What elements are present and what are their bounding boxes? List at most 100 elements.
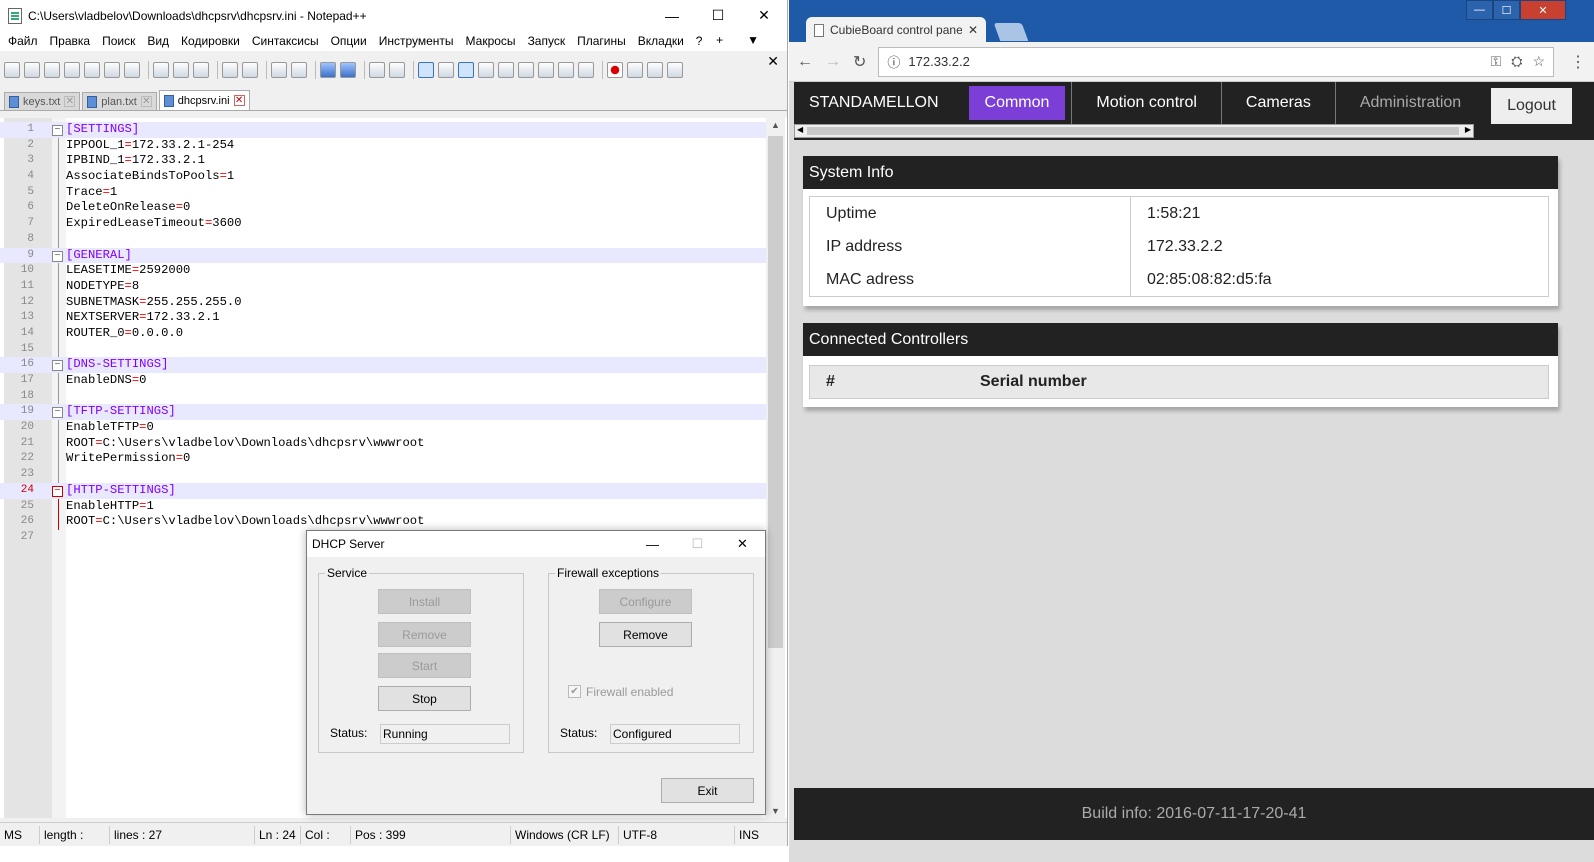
status-eol[interactable]: Windows (CR LF) [511,825,619,844]
menu-language[interactable]: Синтаксисы [248,34,323,48]
code-line[interactable]: 18 [0,388,766,405]
fold-toggle-icon[interactable]: − [52,407,63,419]
word-wrap-icon[interactable] [418,62,434,78]
menu-run[interactable]: Запуск [524,34,570,48]
save-icon[interactable] [44,62,60,78]
tab-list-dropdown-icon[interactable]: ▼ [743,33,763,47]
code-line[interactable]: 25 EnableHTTP=1 [0,498,766,515]
remove-firewall-button[interactable]: Remove [599,622,692,647]
code-line[interactable]: 8 [0,231,766,248]
maximize-button[interactable]: ☐ [695,0,741,31]
code-line[interactable]: 17 EnableDNS=0 [0,373,766,389]
code-line[interactable]: 9 − [GENERAL] [0,247,766,264]
save-all-icon[interactable] [64,62,80,78]
menu-view[interactable]: Вид [143,34,173,48]
folder-workspace-icon[interactable] [538,62,554,78]
code-line[interactable]: 12 SUBNETMASK=255.255.255.0 [0,294,766,311]
open-file-icon[interactable] [24,62,40,78]
scroll-right-icon[interactable]: ▶ [1465,125,1471,134]
scroll-down-icon[interactable]: ▼ [766,806,785,816]
code-line[interactable]: 24 − [HTTP-SETTINGS] [0,482,766,499]
info-icon[interactable]: ⓘ [887,52,900,71]
cut-icon[interactable] [153,62,169,78]
scroll-left-icon[interactable]: ◀ [797,125,803,134]
play-macro-icon[interactable] [647,62,663,78]
replace-icon[interactable] [291,62,307,78]
code-line[interactable]: 26 ROOT=C:\Users\vladbelov\Downloads\dhcp… [0,514,766,530]
nav-administration[interactable]: Administration [1334,82,1485,124]
exit-button[interactable]: Exit [661,778,754,803]
nav-scroll-thumb[interactable] [807,127,1459,135]
code-line[interactable]: 21 ROOT=C:\Users\vladbelov\Downloads\dhcp… [0,435,766,452]
menu-edit[interactable]: Правка [46,34,95,48]
nav-common[interactable]: Common [968,86,1066,120]
scroll-thumb[interactable] [768,136,783,648]
translate-icon[interactable]: ⛭ [1511,53,1522,70]
fold-toggle-icon[interactable]: − [52,360,63,372]
tab-plan-txt[interactable]: plan.txt ✕ [82,92,157,110]
print-icon[interactable] [124,62,140,78]
record-macro-icon[interactable] [607,62,623,78]
menu-tools[interactable]: Инструменты [375,34,458,48]
find-icon[interactable] [271,62,287,78]
key-icon[interactable]: ⚿ [1491,53,1502,70]
address-bar[interactable]: ⓘ 172.33.2.2 ⚿ ⛭ ☆ [878,46,1554,77]
new-tab-button[interactable] [993,23,1029,41]
dialog-close-button[interactable]: ✕ [720,531,765,557]
eye-icon[interactable] [578,62,594,78]
code-line[interactable]: 7 ExpiredLeaseTimeout=3600 [0,216,766,232]
menu-search[interactable]: Поиск [98,34,139,48]
stop-button[interactable]: Stop [378,686,471,711]
copy-icon[interactable] [173,62,189,78]
code-line[interactable]: 10 LEASETIME=2592000 [0,263,766,279]
reload-icon[interactable]: ↻ [853,52,866,72]
zoom-out-icon[interactable] [340,62,356,78]
new-tab-plus-icon[interactable]: + [712,33,727,47]
zoom-in-icon[interactable] [320,62,336,78]
close-file-icon[interactable] [84,62,100,78]
menu-plugins[interactable]: Плагины [573,34,630,48]
code-line[interactable]: 3 IPBIND_1=172.33.2.1 [0,153,766,170]
undo-icon[interactable] [222,62,238,78]
code-line[interactable]: 6 DeleteOnRelease=0 [0,200,766,217]
code-line[interactable]: 15 [0,341,766,358]
fold-toggle-icon[interactable]: − [52,250,63,262]
indent-guide-icon[interactable] [458,62,474,78]
code-line[interactable]: 1 − [SETTINGS] [0,122,766,138]
code-lines[interactable]: 1− [SETTINGS] 2 IPPOOL_1=172.33.2.1-254 3 IPB… [0,122,766,546]
code-line[interactable]: 13 NEXTSERVER=172.33.2.1 [0,310,766,326]
document-map-icon[interactable] [498,62,514,78]
fold-toggle-icon[interactable]: − [52,125,63,136]
back-arrow-icon[interactable]: ← [797,53,813,71]
minimize-button[interactable]: — [649,0,695,31]
sync-vertical-icon[interactable] [369,62,385,78]
dialog-minimize-button[interactable]: — [630,531,675,557]
browser-tab[interactable]: CubieBoard control pane ✕ [806,17,986,43]
close-button[interactable]: ✕ [741,0,787,31]
monitoring-icon[interactable] [558,62,574,78]
tab-keys-txt[interactable]: keys.txt ✕ [4,92,81,110]
tab-dhcpsrv-ini[interactable]: dhcpsrv.ini ✕ [158,90,250,110]
tab-close-icon[interactable]: ✕ [140,96,152,107]
code-line[interactable]: 5 Trace=1 [0,184,766,201]
close-doc-icon[interactable]: ✕ [767,53,779,70]
code-line[interactable]: 14 ROUTER_0=0.0.0.0 [0,325,766,342]
browser-close-button[interactable]: ✕ [1520,0,1566,20]
code-line[interactable]: 2 IPPOOL_1=172.33.2.1-254 [0,137,766,154]
menu-encoding[interactable]: Кодировки [177,34,244,48]
code-line[interactable]: 11 NODETYPE=8 [0,278,766,295]
code-line[interactable]: 23 [0,467,766,483]
define-language-icon[interactable] [478,62,494,78]
menu-file[interactable]: Файл [4,34,42,48]
code-line[interactable]: 22 WritePermission=0 [0,451,766,468]
nav-motion-control[interactable]: Motion control [1071,82,1221,124]
function-list-icon[interactable] [518,62,534,78]
browser-maximize-button[interactable]: ☐ [1493,0,1520,20]
browser-minimize-button[interactable]: — [1466,0,1493,20]
stop-macro-icon[interactable] [627,62,643,78]
bookmark-star-icon[interactable]: ☆ [1532,53,1545,70]
nav-horizontal-scrollbar[interactable]: ◀ ▶ [794,124,1474,138]
menu-settings[interactable]: Опции [327,34,371,48]
status-encoding[interactable]: UTF-8 [619,825,735,844]
code-line[interactable]: 4 AssociateBindsToPools=1 [0,169,766,185]
